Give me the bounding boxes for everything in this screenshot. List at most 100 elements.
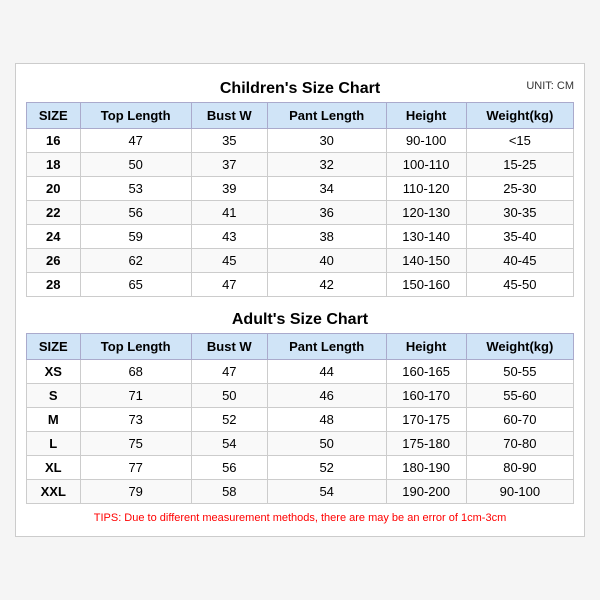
table-cell: 56 [191,456,267,480]
table-row: 26624540140-15040-45 [27,249,574,273]
table-cell: 30-35 [466,201,573,225]
table-cell: 170-175 [386,408,466,432]
table-cell: 28 [27,273,81,297]
children-title-text: Children's Size Chart [220,80,380,97]
table-cell: 37 [191,153,267,177]
table-cell: S [27,384,81,408]
table-cell: 30 [267,129,386,153]
table-cell: 150-160 [386,273,466,297]
table-cell: 50 [191,384,267,408]
table-cell: 50 [267,432,386,456]
table-cell: 47 [191,273,267,297]
adult-section: Adult's Size Chart SIZE Top Length Bust … [26,305,574,504]
table-cell: 90-100 [386,129,466,153]
adult-header-height: Height [386,334,466,360]
table-cell: 36 [267,201,386,225]
table-cell: 71 [80,384,191,408]
header-top-length: Top Length [80,103,191,129]
table-cell: 110-120 [386,177,466,201]
table-row: M735248170-17560-70 [27,408,574,432]
table-cell: 48 [267,408,386,432]
table-cell: 16 [27,129,81,153]
table-cell: 56 [80,201,191,225]
table-row: L755450175-18070-80 [27,432,574,456]
table-cell: 62 [80,249,191,273]
table-cell: 175-180 [386,432,466,456]
table-cell: 46 [267,384,386,408]
table-row: 20533934110-12025-30 [27,177,574,201]
table-cell: 41 [191,201,267,225]
table-cell: 45 [191,249,267,273]
adult-header-row: SIZE Top Length Bust W Pant Length Heigh… [27,334,574,360]
table-row: 24594338130-14035-40 [27,225,574,249]
table-cell: 35 [191,129,267,153]
children-tbody: 1647353090-100<1518503732100-11015-25205… [27,129,574,297]
table-cell: 40-45 [466,249,573,273]
table-cell: 140-150 [386,249,466,273]
table-cell: 79 [80,480,191,504]
table-cell: L [27,432,81,456]
table-cell: 54 [267,480,386,504]
table-cell: M [27,408,81,432]
children-title: Children's Size Chart UNIT: CM [26,74,574,102]
chart-container: Children's Size Chart UNIT: CM SIZE Top … [15,63,585,537]
table-cell: 32 [267,153,386,177]
table-cell: 59 [80,225,191,249]
table-cell: 160-165 [386,360,466,384]
children-header-row: SIZE Top Length Bust W Pant Length Heigh… [27,103,574,129]
table-row: XS684744160-16550-55 [27,360,574,384]
table-cell: 55-60 [466,384,573,408]
table-cell: 45-50 [466,273,573,297]
table-cell: 35-40 [466,225,573,249]
table-cell: 160-170 [386,384,466,408]
table-cell: 65 [80,273,191,297]
adult-header-size: SIZE [27,334,81,360]
table-cell: 180-190 [386,456,466,480]
table-cell: 77 [80,456,191,480]
table-cell: 80-90 [466,456,573,480]
adult-header-pant-length: Pant Length [267,334,386,360]
table-cell: <15 [466,129,573,153]
header-bust-w: Bust W [191,103,267,129]
table-cell: 52 [191,408,267,432]
table-cell: 68 [80,360,191,384]
table-cell: 20 [27,177,81,201]
header-height: Height [386,103,466,129]
table-cell: 42 [267,273,386,297]
table-cell: 70-80 [466,432,573,456]
adult-tbody: XS684744160-16550-55S715046160-17055-60M… [27,360,574,504]
table-row: 1647353090-100<15 [27,129,574,153]
table-cell: 58 [191,480,267,504]
header-weight: Weight(kg) [466,103,573,129]
adult-table: SIZE Top Length Bust W Pant Length Heigh… [26,333,574,504]
adult-header-top-length: Top Length [80,334,191,360]
children-table: SIZE Top Length Bust W Pant Length Heigh… [26,102,574,297]
table-cell: 38 [267,225,386,249]
unit-label: UNIT: CM [526,80,574,92]
table-row: 28654742150-16045-50 [27,273,574,297]
table-cell: XS [27,360,81,384]
table-cell: 90-100 [466,480,573,504]
table-cell: 52 [267,456,386,480]
table-cell: 50-55 [466,360,573,384]
table-cell: 60-70 [466,408,573,432]
header-size: SIZE [27,103,81,129]
header-pant-length: Pant Length [267,103,386,129]
table-row: 18503732100-11015-25 [27,153,574,177]
table-cell: 25-30 [466,177,573,201]
table-cell: 50 [80,153,191,177]
table-cell: 190-200 [386,480,466,504]
table-cell: XXL [27,480,81,504]
table-row: XXL795854190-20090-100 [27,480,574,504]
table-cell: 73 [80,408,191,432]
table-cell: 47 [80,129,191,153]
table-cell: 24 [27,225,81,249]
table-cell: 120-130 [386,201,466,225]
tips-text: TIPS: Due to different measurement metho… [26,510,574,526]
adult-title: Adult's Size Chart [26,305,574,333]
table-cell: 47 [191,360,267,384]
table-cell: 15-25 [466,153,573,177]
table-cell: 18 [27,153,81,177]
table-cell: 34 [267,177,386,201]
table-cell: 100-110 [386,153,466,177]
